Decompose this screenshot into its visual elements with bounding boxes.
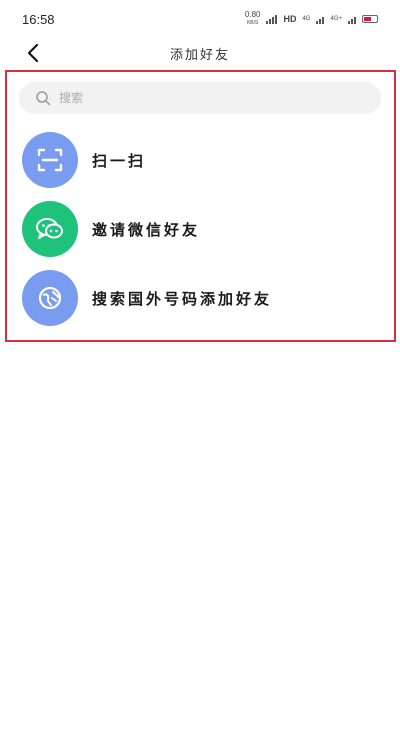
hd-label: HD	[283, 14, 297, 24]
signal-1-label: 4G	[302, 16, 311, 22]
nav-header: 添加好友	[0, 36, 400, 70]
search-bar[interactable]	[19, 82, 381, 114]
scan-icon-circle	[22, 132, 78, 188]
search-foreign-number-option[interactable]: 搜索国外号码添加好友	[22, 270, 372, 326]
invite-wechat-label: 邀请微信好友	[92, 220, 201, 239]
status-bar: 16:58 0.80 KB/S HD 4G 4G+	[0, 0, 400, 38]
battery-icon	[362, 15, 378, 23]
status-time: 16:58	[22, 11, 55, 27]
page-title: 添加好友	[169, 48, 230, 63]
scan-option-label: 扫一扫	[92, 151, 147, 170]
add-friend-screen: 16:58 0.80 KB/S HD 4G 4G+ 添加好友 搜索 扫一扫 邀请…	[0, 0, 400, 750]
search-foreign-number-label: 搜索国外号码添加好友	[92, 289, 273, 308]
wechat-icon	[36, 218, 63, 239]
network-speed: 0.80 KB/S	[245, 11, 261, 27]
status-indicators: 0.80 KB/S HD 4G 4G+	[245, 11, 378, 27]
cell-signal-2-icon	[348, 14, 356, 24]
search-input[interactable]	[57, 90, 341, 106]
wechat-icon-circle	[22, 201, 78, 257]
cell-signal-1-icon	[316, 14, 325, 24]
search-icon	[36, 91, 51, 106]
signal-2-label: 4G+	[330, 16, 342, 22]
globe-icon	[38, 286, 62, 310]
scan-icon	[37, 148, 63, 172]
network-speed-unit: KB/S	[246, 20, 259, 26]
globe-icon-circle	[22, 270, 78, 326]
network-speed-value: 0.80	[244, 10, 261, 19]
invite-wechat-option[interactable]: 邀请微信好友	[22, 201, 372, 257]
wifi-signal-icon	[266, 14, 278, 24]
scan-option[interactable]: 扫一扫	[22, 132, 372, 188]
